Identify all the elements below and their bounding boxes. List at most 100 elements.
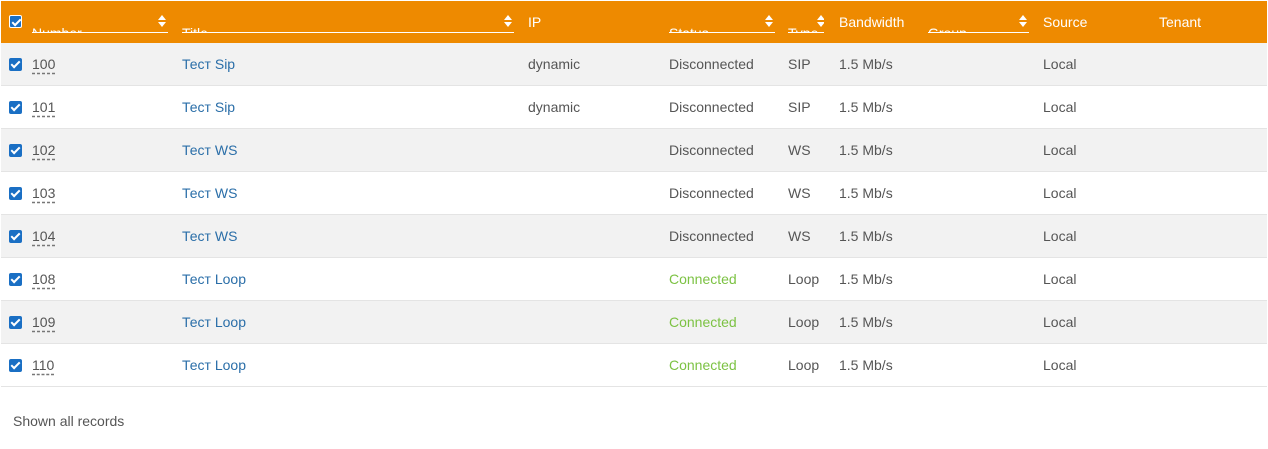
table-row[interactable]: 101 Тест Sip dynamic Disconnected SIP 1.5 Mb/… — [1, 86, 1267, 129]
table-row[interactable]: 103 Тест WS Disconnected WS 1.5 Mb/s Local — [1, 172, 1267, 215]
ip-value: dynamic — [528, 99, 581, 115]
sort-icon[interactable] — [817, 15, 824, 29]
column-header-type[interactable]: Type — [788, 12, 824, 33]
cell-type: WS — [788, 172, 833, 214]
column-header-tenant-label: Tenant — [1159, 14, 1202, 30]
sort-icon[interactable] — [765, 15, 773, 29]
cell-type: SIP — [788, 43, 833, 85]
title-link[interactable]: Тест WS — [182, 185, 237, 201]
source-value: Local — [1043, 228, 1077, 244]
title-link[interactable]: Тест Loop — [182, 271, 246, 287]
title-link[interactable]: Тест Sip — [182, 99, 235, 115]
cell-number: 109 — [32, 301, 152, 343]
column-header-number-label: Number — [32, 25, 82, 33]
cell-bandwidth: 1.5 Mb/s — [839, 172, 924, 214]
cell-ip: dynamic — [528, 86, 658, 128]
source-value: Local — [1043, 314, 1077, 330]
type-value: SIP — [788, 56, 811, 72]
number-link[interactable]: 108 — [32, 271, 55, 287]
title-link[interactable]: Тест Loop — [182, 357, 246, 373]
title-link[interactable]: Тест Loop — [182, 314, 246, 330]
cell-tenant — [1159, 258, 1259, 300]
cell-type: SIP — [788, 86, 833, 128]
column-header-bandwidth-label: Bandwidth — [839, 14, 905, 30]
status-value: Disconnected — [669, 99, 754, 115]
cell-number: 103 — [32, 172, 152, 214]
cell-status: Disconnected — [669, 43, 779, 85]
column-header-status[interactable]: Status — [669, 12, 775, 33]
status-value: Connected — [669, 271, 737, 287]
status-value: Disconnected — [669, 185, 754, 201]
cell-status: Disconnected — [669, 172, 779, 214]
cell-ip — [528, 258, 658, 300]
bandwidth-value: 1.5 Mb/s — [839, 56, 893, 72]
status-value: Connected — [669, 314, 737, 330]
column-header-status-label: Status — [669, 25, 709, 33]
column-header-number[interactable]: Number — [32, 12, 168, 33]
sort-icon[interactable] — [158, 15, 166, 29]
row-checkbox[interactable] — [9, 101, 22, 114]
table-row[interactable]: 104 Тест WS Disconnected WS 1.5 Mb/s Local — [1, 215, 1267, 258]
number-link[interactable]: 100 — [32, 56, 55, 72]
cell-type: Loop — [788, 344, 833, 386]
table-body: 100 Тест Sip dynamic Disconnected SIP 1.5 Mb/… — [1, 43, 1267, 387]
records-summary: Shown all records — [13, 413, 125, 429]
table-row[interactable]: 108 Тест Loop Connected Loop 1.5 Mb/s Local — [1, 258, 1267, 301]
row-checkbox[interactable] — [9, 316, 22, 329]
column-header-title[interactable]: Title — [182, 12, 514, 33]
table-row[interactable]: 109 Тест Loop Connected Loop 1.5 Mb/s Local — [1, 301, 1267, 344]
cell-tenant — [1159, 172, 1259, 214]
row-checkbox[interactable] — [9, 359, 22, 372]
source-value: Local — [1043, 357, 1077, 373]
table-row[interactable]: 102 Тест WS Disconnected WS 1.5 Mb/s Local — [1, 129, 1267, 172]
column-header-tenant: Tenant — [1159, 1, 1259, 43]
column-header-bandwidth: Bandwidth — [839, 1, 919, 43]
bandwidth-value: 1.5 Mb/s — [839, 314, 893, 330]
cell-number: 104 — [32, 215, 152, 257]
sort-icon[interactable] — [1019, 15, 1027, 29]
row-checkbox[interactable] — [9, 273, 22, 286]
cell-bandwidth: 1.5 Mb/s — [839, 258, 924, 300]
number-link[interactable]: 101 — [32, 99, 55, 115]
number-link[interactable]: 109 — [32, 314, 55, 330]
type-value: Loop — [788, 314, 820, 330]
number-link[interactable]: 102 — [32, 142, 55, 158]
column-header-ip-label: IP — [528, 14, 542, 30]
cell-group — [928, 344, 1033, 386]
row-checkbox[interactable] — [9, 58, 22, 71]
number-link[interactable]: 104 — [32, 228, 55, 244]
cell-source: Local — [1043, 344, 1153, 386]
title-link[interactable]: Тест Sip — [182, 56, 235, 72]
cell-tenant — [1159, 215, 1259, 257]
table-row[interactable]: 110 Тест Loop Connected Loop 1.5 Mb/s Local — [1, 344, 1267, 387]
status-value: Disconnected — [669, 228, 754, 244]
cell-tenant — [1159, 301, 1259, 343]
bandwidth-value: 1.5 Mb/s — [839, 142, 893, 158]
select-all-checkbox[interactable] — [9, 15, 22, 28]
cell-bandwidth: 1.5 Mb/s — [839, 86, 924, 128]
cell-status: Disconnected — [669, 86, 779, 128]
row-checkbox[interactable] — [9, 187, 22, 200]
column-header-source: Source — [1043, 1, 1143, 43]
cell-source: Local — [1043, 258, 1153, 300]
column-header-group-label: Group — [928, 25, 967, 33]
bandwidth-value: 1.5 Mb/s — [839, 99, 893, 115]
cell-number: 108 — [32, 258, 152, 300]
row-checkbox[interactable] — [9, 144, 22, 157]
cell-group — [928, 215, 1033, 257]
column-header-group[interactable]: Group — [928, 12, 1029, 33]
cell-group — [928, 86, 1033, 128]
cell-bandwidth: 1.5 Mb/s — [839, 344, 924, 386]
cell-bandwidth: 1.5 Mb/s — [839, 301, 924, 343]
cell-group — [928, 301, 1033, 343]
cell-number: 101 — [32, 86, 152, 128]
table-row[interactable]: 100 Тест Sip dynamic Disconnected SIP 1.5 Mb/… — [1, 43, 1267, 86]
cell-title: Тест WS — [182, 172, 512, 214]
title-link[interactable]: Тест WS — [182, 142, 237, 158]
title-link[interactable]: Тест WS — [182, 228, 237, 244]
sort-icon[interactable] — [504, 15, 512, 29]
row-checkbox[interactable] — [9, 230, 22, 243]
cell-title: Тест Loop — [182, 344, 512, 386]
number-link[interactable]: 110 — [32, 357, 54, 373]
number-link[interactable]: 103 — [32, 185, 55, 201]
